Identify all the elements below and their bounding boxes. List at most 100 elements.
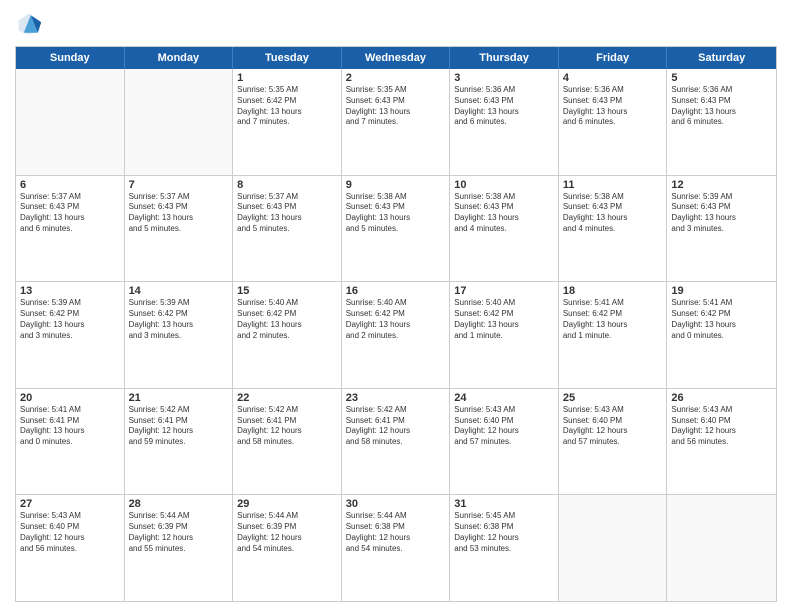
day-info: Sunrise: 5:35 AM Sunset: 6:43 PM Dayligh… (346, 85, 446, 128)
day-info: Sunrise: 5:36 AM Sunset: 6:43 PM Dayligh… (671, 85, 772, 128)
day-number: 8 (237, 179, 337, 191)
day-cell-6: 6Sunrise: 5:37 AM Sunset: 6:43 PM Daylig… (16, 176, 125, 282)
day-number: 10 (454, 179, 554, 191)
day-number: 9 (346, 179, 446, 191)
day-cell-31: 31Sunrise: 5:45 AM Sunset: 6:38 PM Dayli… (450, 495, 559, 601)
logo (15, 10, 47, 38)
day-info: Sunrise: 5:37 AM Sunset: 6:43 PM Dayligh… (20, 192, 120, 235)
calendar-header: SundayMondayTuesdayWednesdayThursdayFrid… (16, 47, 776, 69)
day-info: Sunrise: 5:39 AM Sunset: 6:42 PM Dayligh… (20, 298, 120, 341)
day-number: 4 (563, 72, 663, 84)
day-cell-11: 11Sunrise: 5:38 AM Sunset: 6:43 PM Dayli… (559, 176, 668, 282)
day-info: Sunrise: 5:40 AM Sunset: 6:42 PM Dayligh… (346, 298, 446, 341)
week-row-4: 20Sunrise: 5:41 AM Sunset: 6:41 PM Dayli… (16, 389, 776, 496)
day-cell-17: 17Sunrise: 5:40 AM Sunset: 6:42 PM Dayli… (450, 282, 559, 388)
day-info: Sunrise: 5:45 AM Sunset: 6:38 PM Dayligh… (454, 511, 554, 554)
day-info: Sunrise: 5:40 AM Sunset: 6:42 PM Dayligh… (237, 298, 337, 341)
day-number: 20 (20, 392, 120, 404)
day-number: 28 (129, 498, 229, 510)
day-cell-4: 4Sunrise: 5:36 AM Sunset: 6:43 PM Daylig… (559, 69, 668, 175)
day-cell-30: 30Sunrise: 5:44 AM Sunset: 6:38 PM Dayli… (342, 495, 451, 601)
day-number: 23 (346, 392, 446, 404)
day-cell-1: 1Sunrise: 5:35 AM Sunset: 6:42 PM Daylig… (233, 69, 342, 175)
day-info: Sunrise: 5:41 AM Sunset: 6:42 PM Dayligh… (563, 298, 663, 341)
day-info: Sunrise: 5:36 AM Sunset: 6:43 PM Dayligh… (454, 85, 554, 128)
header-day-thursday: Thursday (450, 47, 559, 69)
day-info: Sunrise: 5:43 AM Sunset: 6:40 PM Dayligh… (563, 405, 663, 448)
header-day-tuesday: Tuesday (233, 47, 342, 69)
day-info: Sunrise: 5:44 AM Sunset: 6:39 PM Dayligh… (237, 511, 337, 554)
day-info: Sunrise: 5:38 AM Sunset: 6:43 PM Dayligh… (454, 192, 554, 235)
day-cell-5: 5Sunrise: 5:36 AM Sunset: 6:43 PM Daylig… (667, 69, 776, 175)
day-number: 21 (129, 392, 229, 404)
day-number: 16 (346, 285, 446, 297)
day-number: 15 (237, 285, 337, 297)
logo-icon (15, 10, 43, 38)
week-row-3: 13Sunrise: 5:39 AM Sunset: 6:42 PM Dayli… (16, 282, 776, 389)
day-info: Sunrise: 5:42 AM Sunset: 6:41 PM Dayligh… (237, 405, 337, 448)
day-number: 7 (129, 179, 229, 191)
day-cell-9: 9Sunrise: 5:38 AM Sunset: 6:43 PM Daylig… (342, 176, 451, 282)
day-number: 29 (237, 498, 337, 510)
day-info: Sunrise: 5:40 AM Sunset: 6:42 PM Dayligh… (454, 298, 554, 341)
empty-cell (559, 495, 668, 601)
day-info: Sunrise: 5:39 AM Sunset: 6:42 PM Dayligh… (129, 298, 229, 341)
day-info: Sunrise: 5:37 AM Sunset: 6:43 PM Dayligh… (129, 192, 229, 235)
header-day-wednesday: Wednesday (342, 47, 451, 69)
day-info: Sunrise: 5:38 AM Sunset: 6:43 PM Dayligh… (563, 192, 663, 235)
day-number: 1 (237, 72, 337, 84)
day-cell-10: 10Sunrise: 5:38 AM Sunset: 6:43 PM Dayli… (450, 176, 559, 282)
day-info: Sunrise: 5:44 AM Sunset: 6:38 PM Dayligh… (346, 511, 446, 554)
day-info: Sunrise: 5:43 AM Sunset: 6:40 PM Dayligh… (671, 405, 772, 448)
day-info: Sunrise: 5:38 AM Sunset: 6:43 PM Dayligh… (346, 192, 446, 235)
day-cell-13: 13Sunrise: 5:39 AM Sunset: 6:42 PM Dayli… (16, 282, 125, 388)
day-number: 24 (454, 392, 554, 404)
day-number: 31 (454, 498, 554, 510)
day-number: 12 (671, 179, 772, 191)
calendar-body: 1Sunrise: 5:35 AM Sunset: 6:42 PM Daylig… (16, 69, 776, 601)
header-day-sunday: Sunday (16, 47, 125, 69)
day-info: Sunrise: 5:36 AM Sunset: 6:43 PM Dayligh… (563, 85, 663, 128)
day-info: Sunrise: 5:37 AM Sunset: 6:43 PM Dayligh… (237, 192, 337, 235)
week-row-2: 6Sunrise: 5:37 AM Sunset: 6:43 PM Daylig… (16, 176, 776, 283)
day-number: 6 (20, 179, 120, 191)
day-cell-22: 22Sunrise: 5:42 AM Sunset: 6:41 PM Dayli… (233, 389, 342, 495)
day-number: 22 (237, 392, 337, 404)
week-row-1: 1Sunrise: 5:35 AM Sunset: 6:42 PM Daylig… (16, 69, 776, 176)
day-number: 5 (671, 72, 772, 84)
day-cell-21: 21Sunrise: 5:42 AM Sunset: 6:41 PM Dayli… (125, 389, 234, 495)
week-row-5: 27Sunrise: 5:43 AM Sunset: 6:40 PM Dayli… (16, 495, 776, 601)
day-cell-26: 26Sunrise: 5:43 AM Sunset: 6:40 PM Dayli… (667, 389, 776, 495)
day-cell-25: 25Sunrise: 5:43 AM Sunset: 6:40 PM Dayli… (559, 389, 668, 495)
day-number: 17 (454, 285, 554, 297)
day-cell-20: 20Sunrise: 5:41 AM Sunset: 6:41 PM Dayli… (16, 389, 125, 495)
day-cell-29: 29Sunrise: 5:44 AM Sunset: 6:39 PM Dayli… (233, 495, 342, 601)
day-info: Sunrise: 5:43 AM Sunset: 6:40 PM Dayligh… (454, 405, 554, 448)
day-number: 27 (20, 498, 120, 510)
day-number: 25 (563, 392, 663, 404)
day-info: Sunrise: 5:39 AM Sunset: 6:43 PM Dayligh… (671, 192, 772, 235)
day-cell-12: 12Sunrise: 5:39 AM Sunset: 6:43 PM Dayli… (667, 176, 776, 282)
day-number: 19 (671, 285, 772, 297)
header-day-saturday: Saturday (667, 47, 776, 69)
day-cell-7: 7Sunrise: 5:37 AM Sunset: 6:43 PM Daylig… (125, 176, 234, 282)
day-cell-3: 3Sunrise: 5:36 AM Sunset: 6:43 PM Daylig… (450, 69, 559, 175)
day-info: Sunrise: 5:41 AM Sunset: 6:41 PM Dayligh… (20, 405, 120, 448)
day-cell-28: 28Sunrise: 5:44 AM Sunset: 6:39 PM Dayli… (125, 495, 234, 601)
day-info: Sunrise: 5:42 AM Sunset: 6:41 PM Dayligh… (346, 405, 446, 448)
day-cell-8: 8Sunrise: 5:37 AM Sunset: 6:43 PM Daylig… (233, 176, 342, 282)
day-info: Sunrise: 5:41 AM Sunset: 6:42 PM Dayligh… (671, 298, 772, 341)
day-info: Sunrise: 5:44 AM Sunset: 6:39 PM Dayligh… (129, 511, 229, 554)
day-cell-18: 18Sunrise: 5:41 AM Sunset: 6:42 PM Dayli… (559, 282, 668, 388)
empty-cell (16, 69, 125, 175)
day-number: 3 (454, 72, 554, 84)
day-number: 14 (129, 285, 229, 297)
empty-cell (125, 69, 234, 175)
day-cell-23: 23Sunrise: 5:42 AM Sunset: 6:41 PM Dayli… (342, 389, 451, 495)
header-day-friday: Friday (559, 47, 668, 69)
day-cell-24: 24Sunrise: 5:43 AM Sunset: 6:40 PM Dayli… (450, 389, 559, 495)
day-number: 13 (20, 285, 120, 297)
day-number: 30 (346, 498, 446, 510)
day-number: 26 (671, 392, 772, 404)
day-number: 11 (563, 179, 663, 191)
